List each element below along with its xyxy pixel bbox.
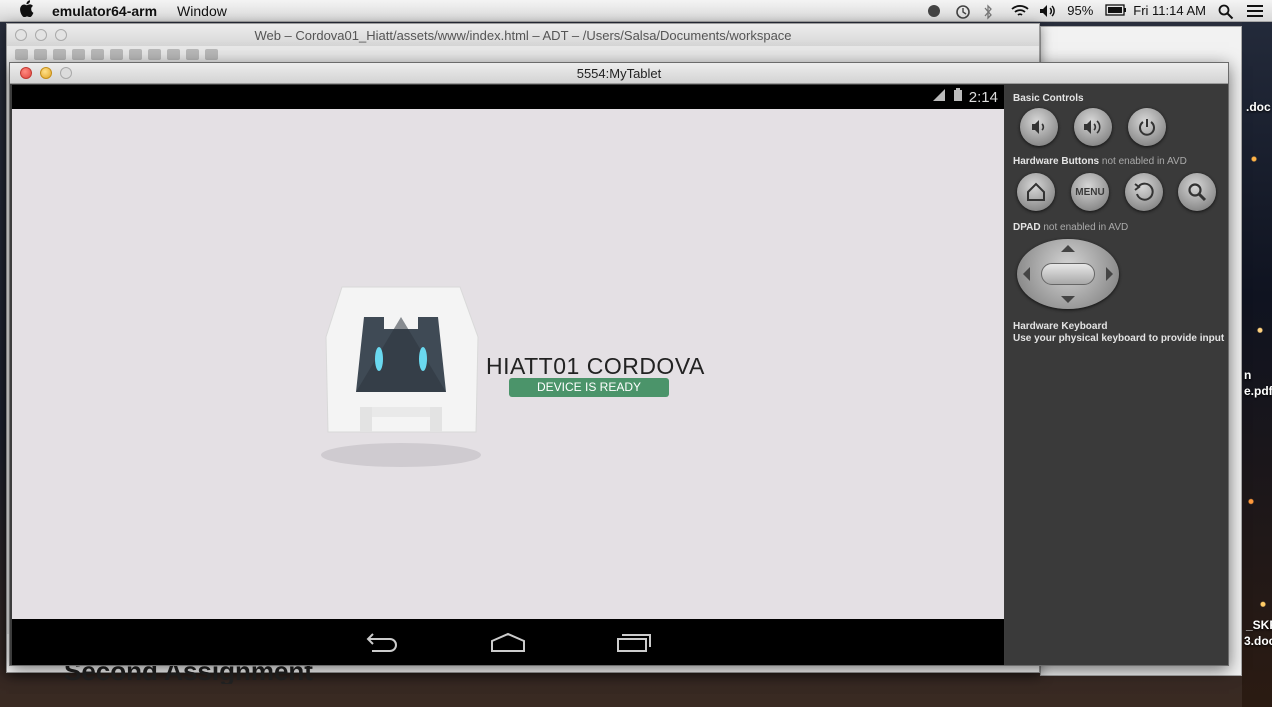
hw-menu-button[interactable]: MENU [1071,173,1109,211]
menu-clock[interactable]: Fri 11:14 AM [1133,3,1206,18]
wifi-icon[interactable] [1011,4,1029,18]
menu-app-name[interactable]: emulator64-arm [52,3,157,19]
debug-icon[interactable] [167,48,180,60]
save-icon[interactable] [34,48,47,60]
adt-window-controls [15,29,67,41]
bluetooth-icon[interactable] [983,3,999,20]
emulator-controls-panel: Basic Controls Hardware Buttons not enab… [1005,85,1228,665]
power-icon [1139,119,1155,136]
cordova-logo [321,286,481,467]
hardware-keyboard-title: Hardware Keyboard [1013,321,1108,332]
search-icon [1188,183,1207,202]
recent-apps-icon [617,634,651,652]
minimize-button[interactable] [40,67,52,79]
adt-window-title: Web – Cordova01_Hiatt/assets/www/index.h… [254,27,792,43]
volume-up-icon [1084,120,1101,134]
hw-search-button[interactable] [1178,173,1216,211]
power-button[interactable] [1128,108,1166,146]
android-status-bar: 2:14 [12,85,1004,109]
basic-controls-label: Basic Controls [1013,93,1084,104]
adt-toolbar [7,46,1039,62]
external-tools-icon[interactable] [205,48,218,60]
battery-percent[interactable]: 95% [1067,3,1093,18]
desktop-file-label[interactable]: .doc [1246,100,1271,114]
desktop-file-label[interactable]: n [1244,368,1251,382]
menu-window[interactable]: Window [177,3,227,19]
import-icon[interactable] [72,48,85,60]
evernote-icon[interactable] [927,4,943,18]
print-icon[interactable] [53,48,66,60]
recent-apps-button[interactable] [606,627,662,657]
hardware-keyboard-info: Hardware Keyboard Use your physical keyb… [1013,321,1224,345]
hw-home-button[interactable] [1017,173,1055,211]
zoom-button[interactable] [60,67,72,79]
dpad-title: DPAD [1013,222,1041,233]
emulator-window-controls [20,67,72,79]
cordova-app-area[interactable]: HIATT01 CORDOVA DEVICE IS READY [12,109,1004,619]
export-icon[interactable] [91,48,104,60]
dpad-center-button[interactable] [1041,263,1095,285]
hardware-buttons-label: Hardware Buttons not enabled in AVD [1013,156,1187,167]
emulator-title: 5554:MyTablet [576,65,662,81]
avd-manager-icon[interactable] [129,48,142,60]
signal-icon [931,88,947,106]
sdk-manager-icon[interactable] [110,48,123,60]
dpad-note: not enabled in AVD [1043,222,1129,233]
battery-icon [953,88,963,106]
home-icon [1027,182,1045,201]
new-icon[interactable] [15,48,28,60]
apple-icon[interactable] [0,0,52,22]
run-icon[interactable] [186,48,199,60]
desktop-file-label[interactable]: e.pdf [1244,384,1272,398]
desktop-file-label[interactable]: 3.doc [1244,634,1272,648]
dpad-control[interactable] [1017,239,1119,309]
desktop-file-label[interactable]: _SKR [1246,618,1272,632]
back-button[interactable] [354,627,410,657]
mac-menu-bar: emulator64-arm Window 95% Fri 11:14 AM [0,0,1272,22]
hw-back-button[interactable] [1125,173,1163,211]
app-title: HIATT01 CORDOVA [486,353,705,379]
hardware-buttons-title: Hardware Buttons [1013,156,1100,167]
desktop-wallpaper-lights [1242,22,1272,707]
android-nav-bar [12,619,1004,665]
close-button[interactable] [15,29,27,41]
hardware-keyboard-text: Use your physical keyboard to provide in… [1013,333,1225,344]
time-machine-icon[interactable] [955,4,971,19]
spotlight-search-icon[interactable] [1218,4,1234,19]
hardware-buttons-note: not enabled in AVD [1101,156,1187,167]
home-icon [491,632,525,652]
close-button[interactable] [20,67,32,79]
minimize-button[interactable] [35,29,47,41]
dpad-label: DPAD not enabled in AVD [1013,222,1128,233]
zoom-button[interactable] [55,29,67,41]
notification-center-icon[interactable] [1246,4,1263,18]
back-icon [366,633,397,652]
adt-titlebar[interactable]: Web – Cordova01_Hiatt/assets/www/index.h… [7,24,1039,46]
device-ready-badge: DEVICE IS READY [509,378,669,397]
device-screen[interactable]: 2:14 HIATT01 CORDOVA DEVICE IS READY [12,85,1004,665]
volume-icon[interactable] [1039,4,1056,18]
home-button[interactable] [480,627,536,657]
emulator-window: 5554:MyTablet 2:14 HIATT01 CORDOVA DEVIC… [9,62,1229,666]
volume-down-icon [1032,120,1045,134]
volume-up-button[interactable] [1074,108,1112,146]
volume-down-button[interactable] [1020,108,1058,146]
emulator-titlebar[interactable]: 5554:MyTablet [10,63,1228,84]
battery-icon[interactable] [1105,3,1127,18]
back-icon [1134,182,1154,201]
status-time: 2:14 [968,88,998,106]
home-icon[interactable] [148,48,161,60]
